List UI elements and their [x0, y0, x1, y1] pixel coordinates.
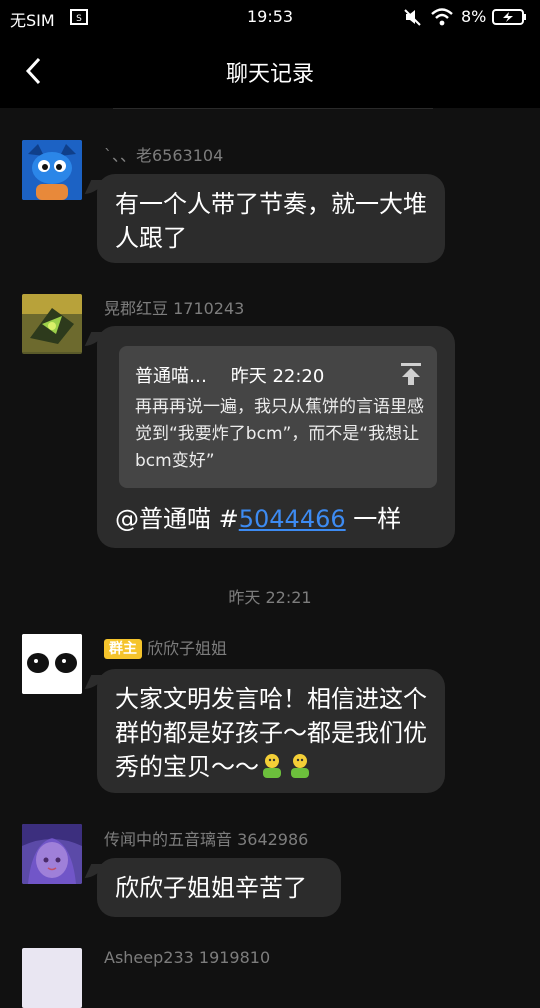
message-bubble[interactable]: 欣欣子姐姐辛苦了 [97, 858, 341, 917]
mute-icon [404, 9, 421, 26]
avatar-image [22, 824, 82, 884]
status-bar: 无SIM S 19:53 8% [0, 0, 540, 34]
avatar-image [22, 634, 82, 694]
message-text: 欣欣子姐姐辛苦了 [115, 874, 307, 902]
clock: 19:53 [247, 7, 294, 26]
quote-header: 普通喵… 昨天 22:20 [135, 360, 324, 394]
timestamp-divider: 昨天 22:21 [228, 588, 312, 607]
message-bubble[interactable]: 有一个人带了节奏，就一大堆人跟了 [97, 174, 445, 263]
avatar[interactable] [22, 634, 82, 694]
reply-suffix: 一样 [345, 505, 402, 533]
nav-bar: 聊天记录 [0, 34, 540, 108]
quoted-message[interactable]: 普通喵… 昨天 22:20 再再再说一遍，我只从蕉饼的言语里感觉到“我要炸了bc… [119, 346, 437, 488]
quote-text: 再再再说一遍，我只从蕉饼的言语里感觉到“我要炸了bcm”，而不是“我想让bcm变… [135, 397, 424, 471]
sim-icon: S [70, 9, 88, 25]
emoji-pair-icon [263, 754, 309, 778]
message-bubble[interactable]: 大家文明发言哈！相信进这个群的都是好孩子～都是我们优秀的宝贝～～ [97, 669, 445, 793]
jump-to-top-icon[interactable] [400, 362, 422, 386]
group-owner-badge: 群主 [104, 639, 142, 659]
avatar[interactable] [22, 948, 82, 1008]
carrier-label: 无SIM [10, 11, 55, 30]
sender-name: 传闻中的五音璃音 3642986 [104, 830, 309, 849]
reply-text: @普通喵 #5044466 一样 [115, 502, 401, 536]
message-bubble[interactable]: 普通喵… 昨天 22:20 再再再说一遍，我只从蕉饼的言语里感觉到“我要炸了bc… [97, 326, 455, 548]
page-title: 聊天记录 [225, 62, 314, 87]
battery-icon [492, 9, 526, 25]
avatar[interactable] [22, 140, 82, 200]
battery-percent: 8% [461, 7, 487, 26]
svg-text:S: S [76, 14, 82, 24]
wifi-icon [431, 8, 453, 26]
sender-name: Asheep233 1919810 [104, 948, 271, 967]
avatar[interactable] [22, 824, 82, 884]
sender-name: 欣欣子姐姐 [147, 639, 228, 658]
post-link[interactable]: 5044466 [239, 505, 346, 533]
divider [113, 108, 433, 109]
sender-name: `、、老6563104 [104, 146, 224, 165]
sender-name: 晃郡红豆 1710243 [104, 299, 245, 318]
quote-time: 昨天 22:20 [230, 366, 325, 387]
quote-author: 普通喵… [135, 366, 207, 387]
mention-text: @普通喵 # [115, 505, 239, 533]
avatar-image [22, 294, 82, 352]
message-text: 有一个人带了节奏，就一大堆人跟了 [115, 190, 427, 252]
sender-line: 群主 欣欣子姐姐 [104, 635, 227, 659]
avatar[interactable] [22, 294, 82, 354]
avatar-image [22, 140, 82, 200]
